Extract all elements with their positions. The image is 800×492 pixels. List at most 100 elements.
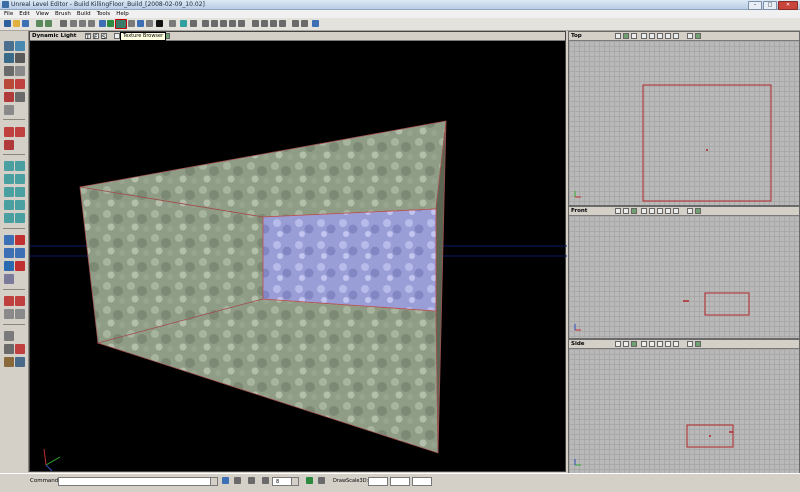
menu-help[interactable]: Help	[116, 10, 129, 18]
realtime-icon[interactable]	[687, 33, 693, 39]
grid-size-dropdown-button[interactable]	[291, 477, 299, 486]
command-input[interactable]	[58, 477, 218, 486]
menu-edit[interactable]: Edit	[19, 10, 30, 18]
snap-icon[interactable]	[4, 344, 14, 354]
menu-view[interactable]: View	[36, 10, 49, 18]
build-all-icon[interactable]	[229, 20, 236, 27]
add-volume-icon[interactable]	[4, 274, 14, 284]
matinee-mode-icon[interactable]	[15, 92, 25, 102]
side-mode-letter[interactable]	[631, 208, 637, 214]
log-icon[interactable]	[222, 477, 229, 484]
animation-browser-icon[interactable]	[146, 20, 153, 27]
top-mode-letter[interactable]	[615, 341, 621, 347]
drag-grid-icon[interactable]	[248, 477, 255, 484]
add-special-icon[interactable]	[15, 261, 25, 271]
front-mode-letter[interactable]	[623, 33, 629, 39]
perspective-viewport[interactable]: Dynamic Light T F S	[29, 31, 567, 472]
redo-icon[interactable]	[45, 20, 52, 27]
save-map-icon[interactable]	[22, 20, 29, 27]
deintersect-brush-icon[interactable]	[15, 248, 25, 258]
copy-icon[interactable]	[79, 20, 86, 27]
terrain-editor-icon[interactable]	[279, 20, 286, 27]
front-mode-letter[interactable]	[623, 208, 629, 214]
select-inverse-icon[interactable]	[4, 309, 14, 319]
viewport-config-icon[interactable]	[15, 357, 25, 367]
top-mode-letter[interactable]	[615, 33, 621, 39]
prefab-browser-icon[interactable]	[169, 20, 176, 27]
font-browser-icon[interactable]	[156, 20, 163, 27]
command-dropdown-button[interactable]	[210, 477, 218, 486]
zone-icon[interactable]	[649, 208, 655, 214]
menu-file[interactable]: File	[4, 10, 13, 18]
minimize-button[interactable]: –	[748, 1, 762, 10]
rotate-icon[interactable]	[15, 53, 25, 63]
face-drag-icon[interactable]	[15, 79, 25, 89]
front-viewport[interactable]: Front	[568, 206, 800, 339]
terrain-builder-icon[interactable]	[15, 200, 25, 210]
build-paths-icon[interactable]	[220, 20, 227, 27]
camera-move-icon[interactable]	[4, 41, 14, 51]
texture-browser-button[interactable]	[115, 19, 127, 29]
lock-selection-icon[interactable]	[234, 477, 241, 484]
realtime-icon[interactable]	[687, 208, 693, 214]
terrain-icon[interactable]	[4, 66, 14, 76]
static-mesh-browser-icon[interactable]	[137, 20, 144, 27]
texture-icon[interactable]	[657, 33, 663, 39]
side-mode-letter[interactable]	[631, 33, 637, 39]
drawscale-x-field[interactable]	[368, 477, 388, 486]
lighting-icon[interactable]	[665, 33, 671, 39]
stairs-builder-icon[interactable]	[4, 187, 14, 197]
top-viewport[interactable]: Top	[568, 31, 800, 206]
menu-brush[interactable]: Brush	[55, 10, 71, 18]
show-selected-icon[interactable]	[4, 296, 14, 306]
actor-properties-icon[interactable]	[180, 20, 187, 27]
volumetric-builder-icon[interactable]	[4, 213, 14, 223]
code-editor-icon[interactable]	[270, 20, 277, 27]
pointer-icon[interactable]	[312, 20, 319, 27]
sheet-icon[interactable]	[15, 127, 25, 137]
cylinder-builder-icon[interactable]	[4, 174, 14, 184]
wireframe-icon[interactable]	[641, 208, 647, 214]
add-brush-icon[interactable]	[4, 235, 14, 245]
texture-icon[interactable]	[657, 341, 663, 347]
rotation-snap-icon[interactable]	[15, 344, 25, 354]
brush-clip-icon[interactable]	[4, 79, 14, 89]
hide-selected-icon[interactable]	[15, 296, 25, 306]
drawscale-z-field[interactable]	[412, 477, 432, 486]
front-mode-letter[interactable]	[623, 341, 629, 347]
wireframe-icon[interactable]	[641, 33, 647, 39]
close-button[interactable]: ✕	[778, 1, 798, 10]
back-wall-surface[interactable]	[262, 208, 437, 312]
lighting-icon[interactable]	[665, 341, 671, 347]
vertex-edit-icon[interactable]	[15, 41, 25, 51]
subtract-brush-icon[interactable]	[15, 235, 25, 245]
show-all-icon[interactable]	[15, 309, 25, 319]
compile-scripts-icon[interactable]	[261, 20, 268, 27]
show-menu-icon[interactable]	[695, 208, 701, 214]
search-actors-icon[interactable]	[60, 20, 67, 27]
wireframe-icon[interactable]	[641, 341, 647, 347]
polygon-icon[interactable]	[4, 92, 14, 102]
show-menu-icon[interactable]	[695, 33, 701, 39]
actor-browser-icon[interactable]	[99, 20, 106, 27]
add-mover-icon[interactable]	[4, 261, 14, 271]
open-map-icon[interactable]	[13, 20, 20, 27]
build-lighting-icon[interactable]	[211, 20, 218, 27]
surface-properties-icon[interactable]	[190, 20, 197, 27]
grid-size-icon[interactable]	[262, 477, 269, 484]
undo-icon[interactable]	[36, 20, 43, 27]
group-browser-icon[interactable]	[107, 20, 114, 27]
unlit-icon[interactable]	[673, 33, 679, 39]
lighting-icon[interactable]	[665, 208, 671, 214]
maximize-button[interactable]: □	[763, 1, 777, 10]
cut-icon[interactable]	[70, 20, 77, 27]
drawscale-y-field[interactable]	[390, 477, 410, 486]
texture-icon[interactable]	[657, 208, 663, 214]
menu-tools[interactable]: Tools	[97, 10, 111, 18]
rotation-grid-icon[interactable]	[306, 477, 313, 484]
side-mode-letter[interactable]	[631, 341, 637, 347]
mesh-browser-icon[interactable]	[128, 20, 135, 27]
curved-stairs-builder-icon[interactable]	[15, 187, 25, 197]
side-viewport[interactable]: Side	[568, 339, 800, 474]
grid-toggle-icon[interactable]	[4, 331, 14, 341]
